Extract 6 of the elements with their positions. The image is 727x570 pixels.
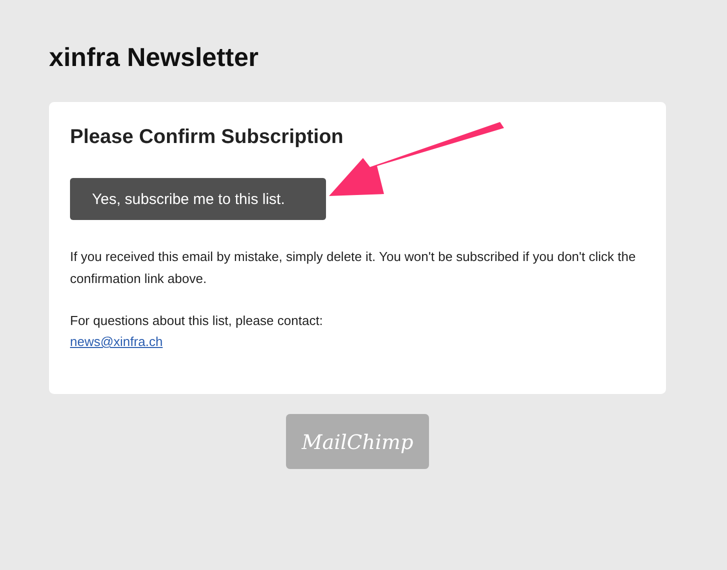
card-title: Please Confirm Subscription xyxy=(70,125,344,150)
notice-text: If you received this email by mistake, simply delete it. You won't be subscribed if you don't click the confirmation link above. xyxy=(70,248,637,288)
page-title: xinfra Newsletter xyxy=(49,41,260,74)
email-link[interactable]: news@xinfra.ch xyxy=(70,334,163,349)
contact-text: For questions about this list, please contact: xyxy=(70,312,324,330)
subscribe-button[interactable]: Yes, subscribe me to this list. xyxy=(70,178,326,220)
